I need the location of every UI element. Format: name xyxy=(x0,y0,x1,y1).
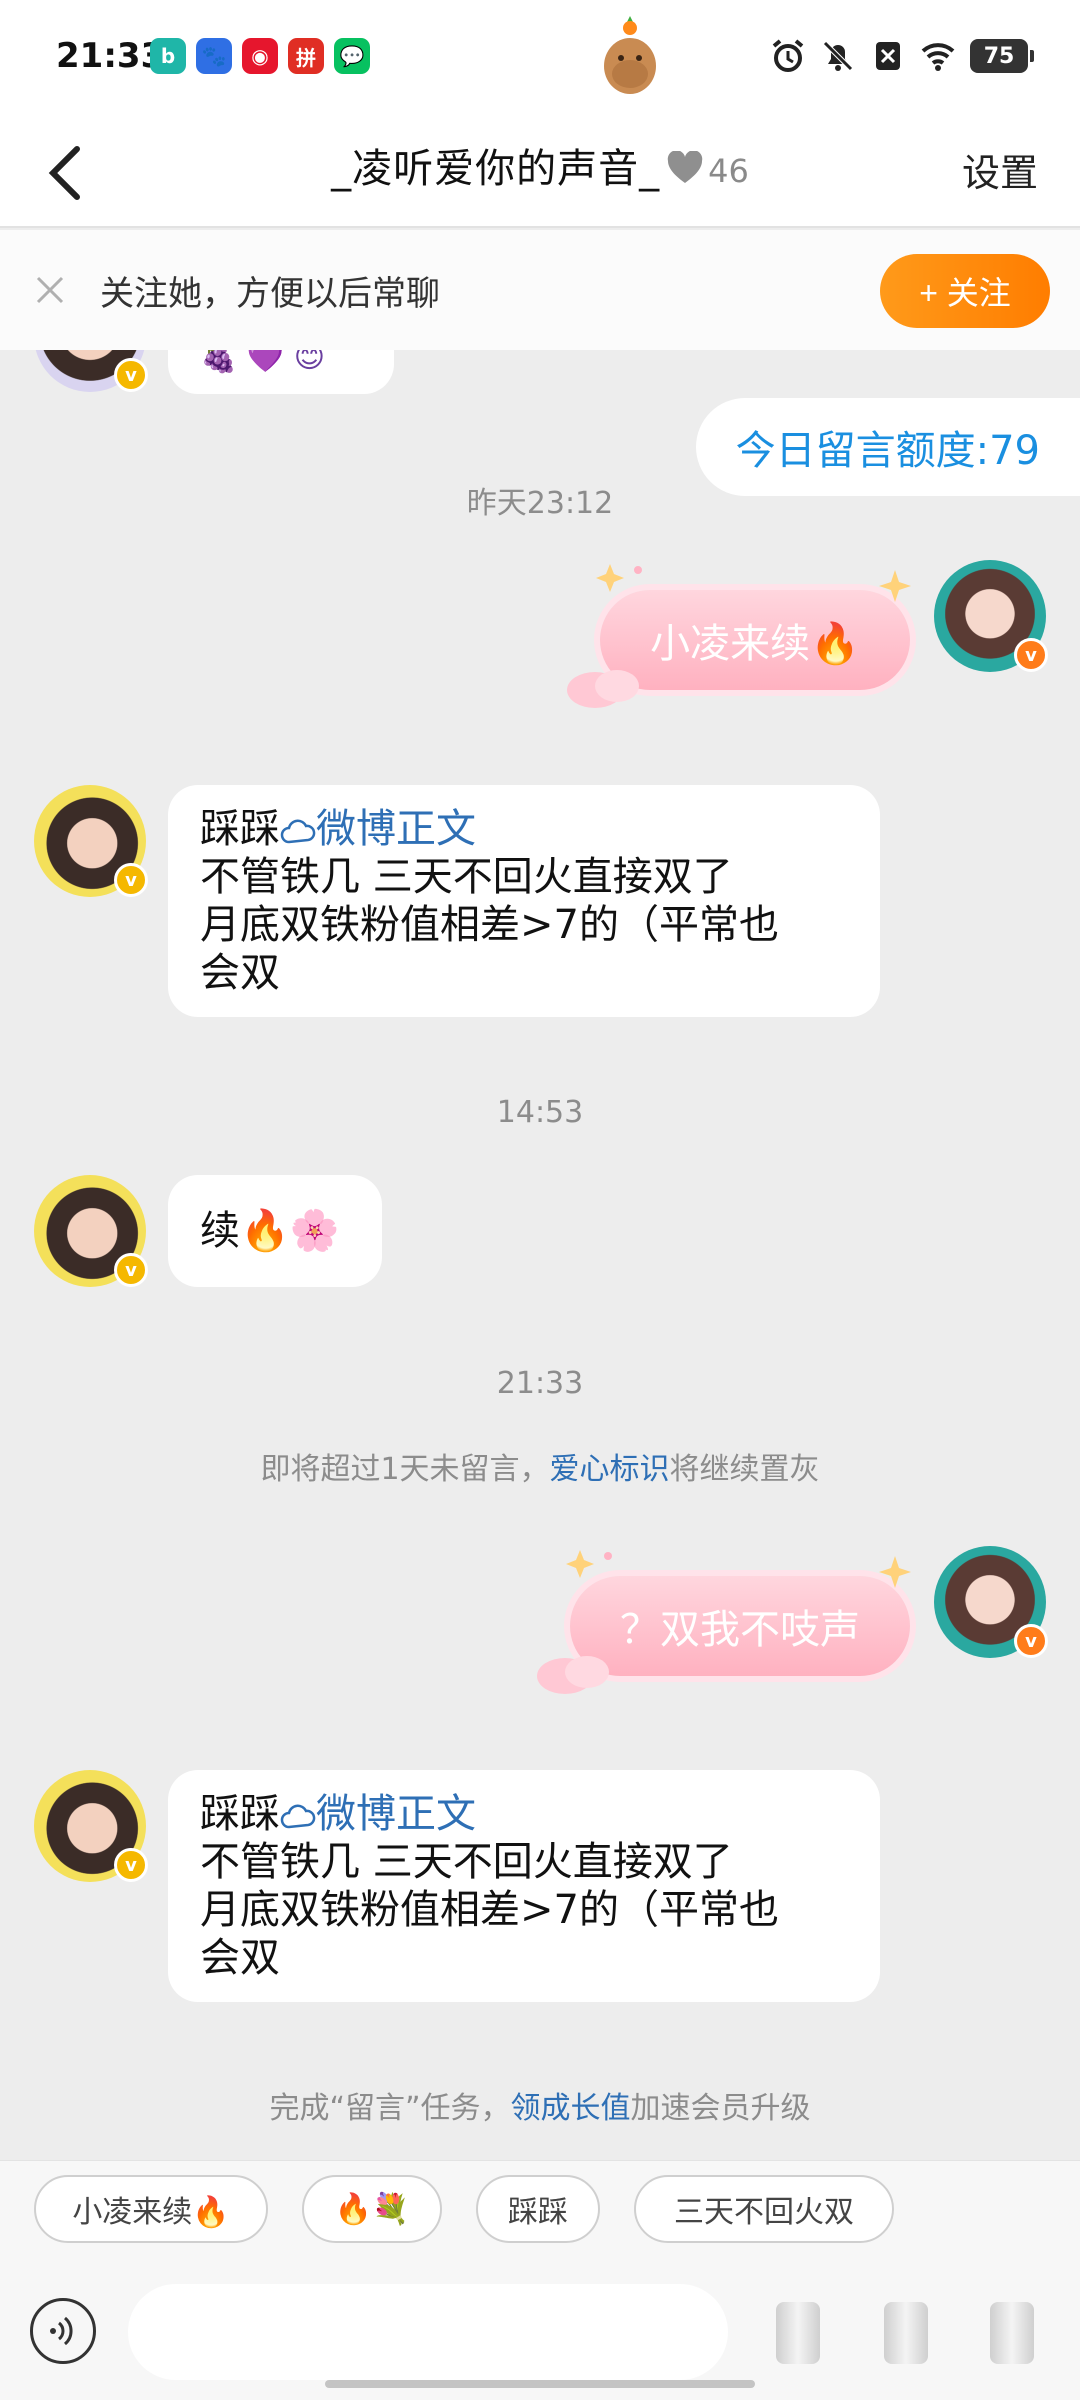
weibo-notification-icon: ◉ xyxy=(242,38,278,74)
timestamp: 昨天23:12 xyxy=(466,486,614,521)
message-line: 月底双铁粉值相差>7的（平常也 xyxy=(200,902,779,948)
heart-badge-link[interactable]: 爱心标识 xyxy=(550,1452,670,1487)
message-line: 会双 xyxy=(200,950,280,996)
cloud-decoration-icon xyxy=(567,670,639,708)
verified-badge-icon: v xyxy=(1014,638,1048,672)
follow-prompt-text: 关注她，方便以后常聊 xyxy=(100,274,440,314)
growth-value-link[interactable]: 领成长值 xyxy=(511,2091,631,2126)
system-notice-text: 即将超过1天未留言， xyxy=(260,1452,550,1487)
verified-badge-icon: v xyxy=(114,358,148,392)
sent-message-bubble: 小凌来续🔥 xyxy=(567,564,911,708)
quick-reply-chip[interactable]: 三天不回火双 xyxy=(634,2175,894,2243)
message-input[interactable] xyxy=(128,2284,728,2380)
wechat-notification-icon: 💬 xyxy=(334,38,370,74)
message-bubble-partial: 🍇 💜 😊 xyxy=(168,350,394,394)
system-notice-text: 加速会员升级 xyxy=(630,2091,811,2126)
toolbar-button[interactable] xyxy=(884,2302,928,2364)
quick-reply-bar: 小凌来续🔥 🔥💐 踩踩 三天不回火双 xyxy=(0,2160,1080,2270)
title-wrap: _凌听爱你的声音_ 46 xyxy=(0,136,1080,194)
app-notification-icon: b xyxy=(150,38,186,74)
mute-bell-icon xyxy=(823,41,853,71)
weibo-post-link[interactable]: 微博正文 xyxy=(280,806,476,852)
message-line: 月底双铁粉值相差>7的（平常也 xyxy=(200,1887,779,1933)
received-message-bubble: 踩踩 微博正文 不管铁几 三天不回火直接双了 月底双铁粉值相差>7的（平常也 会双 xyxy=(168,785,880,1017)
sparkle-decoration-icon xyxy=(566,1550,612,1578)
no-sim-icon xyxy=(876,42,900,70)
message-line: 不管铁几 三天不回火直接双了 xyxy=(200,1839,733,1885)
avatar[interactable]: v xyxy=(34,350,148,392)
battery-level: 75 xyxy=(983,43,1015,69)
heart-count: 46 xyxy=(708,152,749,190)
sparkle-decoration-icon xyxy=(879,570,911,602)
system-notice: 完成“留言”任务，领成长值加速会员升级 xyxy=(0,2083,1080,2127)
heart-icon xyxy=(667,151,703,183)
message-line: 会双 xyxy=(200,1935,280,1981)
voice-wave-icon xyxy=(50,2316,73,2346)
weibo-post-link[interactable]: 微博正文 xyxy=(280,1791,476,1837)
avatar[interactable]: v xyxy=(34,785,148,897)
chat-thread[interactable]: v 🍇 💜 😊 今日留言额度:79 昨天23:12 小凌来续🔥 v v 踩踩 微博… xyxy=(0,350,1080,2160)
capybara-mascot-icon xyxy=(604,16,656,94)
verified-badge-icon: v xyxy=(114,1848,148,1882)
cloud-decoration-icon xyxy=(537,1656,609,1694)
my-avatar[interactable]: v xyxy=(934,560,1048,672)
message-prefix: 踩踩 xyxy=(200,806,280,852)
verified-badge-icon: v xyxy=(1014,1624,1048,1658)
settings-button[interactable]: 设置 xyxy=(962,142,1038,197)
verified-badge-icon: v xyxy=(114,1253,148,1287)
verified-badge-icon: v xyxy=(114,863,148,897)
timestamp: 14:53 xyxy=(496,1095,584,1130)
sparkle-decoration-icon xyxy=(596,564,642,592)
alarm-icon xyxy=(772,39,804,72)
quick-reply-chip[interactable]: 踩踩 xyxy=(476,2175,600,2243)
wifi-icon xyxy=(921,43,955,71)
timestamp: 21:33 xyxy=(496,1366,584,1401)
message-text: ？双我不吱声 xyxy=(620,1607,860,1653)
toolbar-button[interactable] xyxy=(776,2302,820,2364)
system-notice-text: 将继续置灰 xyxy=(669,1452,820,1487)
home-indicator[interactable] xyxy=(325,2380,755,2388)
cloud-link-icon xyxy=(280,1804,316,1829)
quick-reply-chip[interactable]: 🔥💐 xyxy=(302,2175,442,2243)
avatar[interactable]: v xyxy=(34,1770,148,1882)
quick-reply-chip[interactable]: 小凌来续🔥 xyxy=(34,2175,268,2243)
cloud-link-icon xyxy=(280,819,316,844)
close-icon[interactable] xyxy=(30,270,70,310)
app-notification-icon: 拼 xyxy=(288,38,324,74)
follow-button[interactable]: + 关注 xyxy=(880,254,1050,328)
status-bar: 21:33 b 🐾 ◉ 拼 💬 75 xyxy=(0,0,1080,120)
system-notice-text: 完成“留言”任务， xyxy=(269,2091,511,2126)
chat-header: _凌听爱你的声音_ 46 设置 xyxy=(0,120,1080,228)
message-text: 小凌来续🔥 xyxy=(650,621,860,667)
received-message-bubble: 续🔥🌸 xyxy=(168,1175,382,1287)
sent-message-bubble: ？双我不吱声 xyxy=(537,1550,911,1694)
message-input-bar xyxy=(0,2270,1080,2400)
status-right: 75 xyxy=(770,38,1034,74)
weibo-post-link-label: 微博正文 xyxy=(316,1791,476,1837)
battery-indicator: 75 xyxy=(970,39,1034,73)
message-prefix: 踩踩 xyxy=(200,1791,280,1837)
status-app-icons: b 🐾 ◉ 拼 💬 xyxy=(150,38,370,74)
sparkle-decoration-icon xyxy=(879,1556,911,1588)
status-time: 21:33 xyxy=(56,36,165,76)
toolbar-button[interactable] xyxy=(990,2302,1034,2364)
app-notification-icon: 🐾 xyxy=(196,38,232,74)
weibo-post-link-label: 微博正文 xyxy=(316,806,476,852)
follow-prompt-bar: 关注她，方便以后常聊 + 关注 xyxy=(0,230,1080,350)
my-avatar[interactable]: v xyxy=(934,1546,1048,1658)
avatar[interactable]: v xyxy=(34,1175,148,1287)
chat-title: _凌听爱你的声音_ xyxy=(331,146,661,192)
voice-button[interactable] xyxy=(30,2298,96,2364)
received-message-bubble: 踩踩 微博正文 不管铁几 三天不回火直接双了 月底双铁粉值相差>7的（平常也 会双 xyxy=(168,1770,880,2002)
message-text: 续🔥🌸 xyxy=(200,1208,340,1254)
message-line: 不管铁几 三天不回火直接双了 xyxy=(200,854,733,900)
system-notice: 即将超过1天未留言，爱心标识将继续置灰 xyxy=(0,1444,1080,1488)
